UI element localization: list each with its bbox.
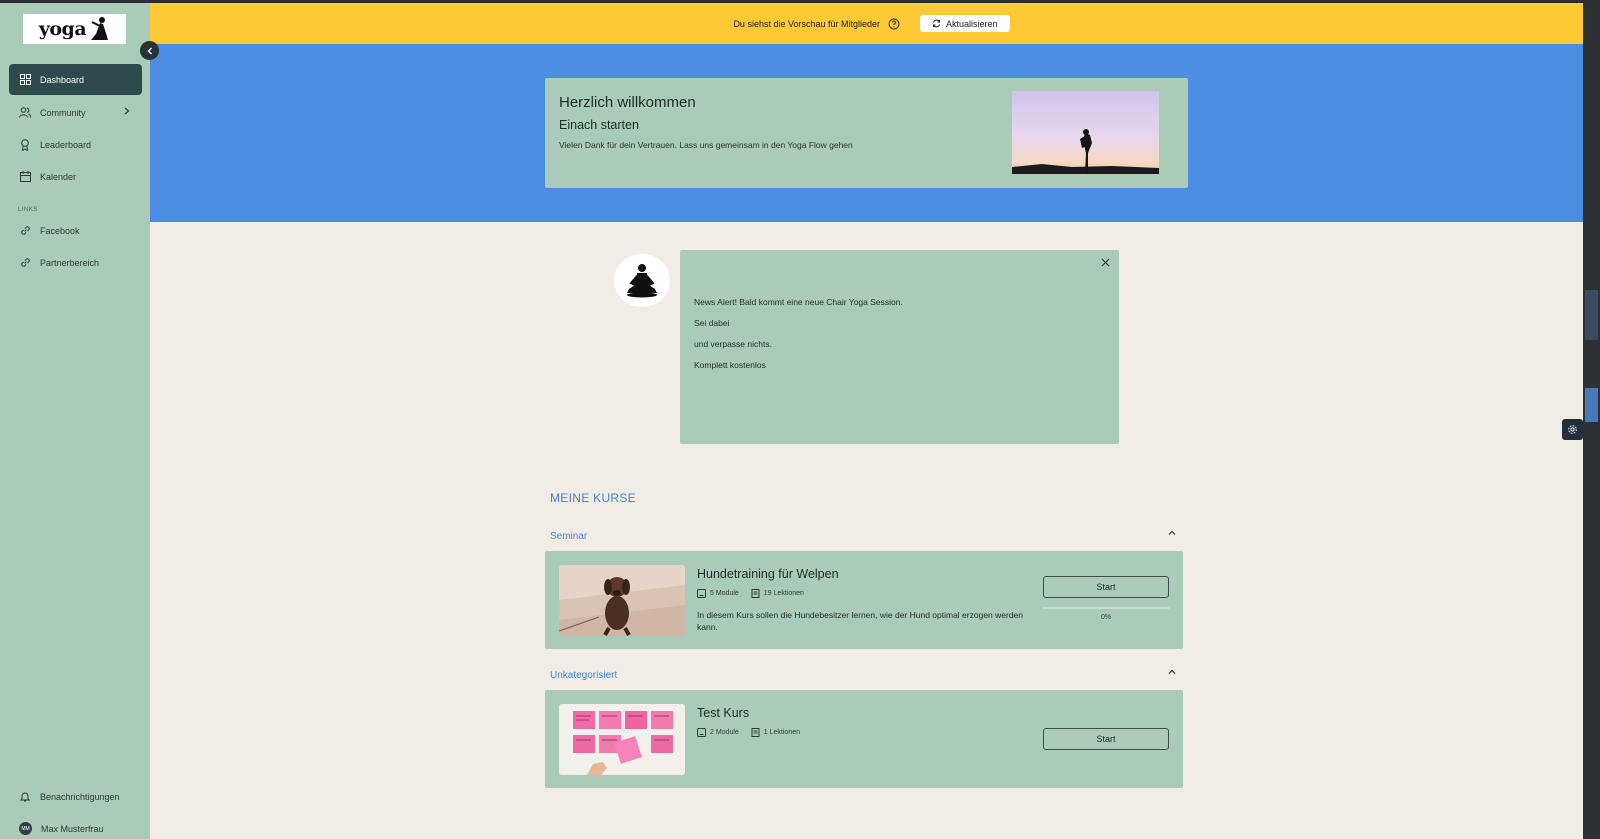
notifications-label: Benachrichtigungen [40, 791, 120, 802]
logo[interactable]: yoga [23, 14, 126, 44]
sidebar-item-label: Community [40, 107, 86, 118]
collapse-sidebar-button[interactable] [140, 41, 159, 60]
module-icon [697, 728, 706, 737]
course-meta: 2 Module 1 Lektionen [697, 728, 800, 737]
sidebar-item-label: Leaderboard [40, 139, 92, 150]
lesson-icon [751, 589, 760, 598]
user-name: Max Musterfrau [41, 823, 104, 834]
category-header-unkategorisiert[interactable]: Unkategorisiert [550, 665, 1185, 681]
category-header-seminar[interactable]: Seminar [550, 526, 1185, 542]
sidebar-item-leaderboard[interactable]: Leaderboard [9, 129, 142, 160]
link-icon [19, 257, 31, 269]
welcome-title: Herzlich willkommen [559, 94, 696, 111]
module-icon [697, 589, 706, 598]
app-frame: yoga Dashboard Community Leaderboard Kal… [0, 3, 1583, 839]
course-meta: 5 Module 19 Lektionen [697, 589, 804, 598]
user-profile-item[interactable]: MM Max Musterfrau [9, 813, 142, 839]
browser-edge [1583, 0, 1600, 839]
trophy-icon [19, 138, 31, 151]
my-courses-title: MEINE KURSE [550, 491, 636, 505]
start-button[interactable]: Start [1043, 728, 1169, 750]
sidebar-item-kalender[interactable]: Kalender [9, 161, 142, 192]
help-icon[interactable] [888, 18, 900, 30]
sidebar-item-dashboard[interactable]: Dashboard [9, 64, 142, 95]
welcome-card: Herzlich willkommen Einach starten Viele… [545, 78, 1188, 188]
sidebar-item-partnerbereich[interactable]: Partnerbereich [9, 247, 142, 278]
edge-strip [1585, 290, 1598, 340]
sidebar-item-label: Facebook [40, 225, 80, 236]
link-icon [19, 225, 31, 237]
news-text-line: Komplett kostenlos [694, 360, 766, 370]
chevron-left-icon [147, 47, 152, 54]
grid-icon [19, 74, 31, 86]
gear-icon [1568, 425, 1577, 434]
lesson-icon [751, 728, 760, 737]
news-text-line: Sei dabei [694, 318, 730, 328]
logo-text: yoga [38, 18, 87, 40]
bell-icon [19, 791, 31, 803]
lessons-count: 1 Lektionen [763, 729, 800, 736]
course-card[interactable]: Test Kurs 2 Module 1 Lektionen Start [545, 690, 1183, 788]
chevron-up-icon[interactable] [1167, 667, 1177, 677]
welcome-subtitle: Einach starten [559, 118, 639, 132]
course-title[interactable]: Test Kurs [697, 706, 749, 720]
category-label: Seminar [550, 531, 588, 542]
course-card[interactable]: Hundetraining für Welpen 5 Module 19 Lek… [545, 551, 1183, 649]
chevron-up-icon[interactable] [1167, 528, 1177, 538]
sidebar: yoga Dashboard Community Leaderboard Kal… [0, 3, 150, 839]
course-description: In diesem Kurs sollen die Hundebesitzer … [697, 610, 1024, 632]
close-icon[interactable] [1099, 256, 1111, 268]
progress-label: 0% [1100, 614, 1112, 621]
chevron-right-icon [124, 107, 130, 117]
avatar-initials: MM [21, 825, 30, 832]
refresh-button[interactable]: Aktualisieren [920, 15, 1010, 32]
news-avatar [614, 254, 670, 307]
sticky-notes-thumbnail [559, 704, 685, 775]
sidebar-item-community[interactable]: Community [9, 97, 142, 128]
news-text-line: News Alert! Bald kommt eine neue Chair Y… [694, 297, 903, 307]
sidebar-item-label: Dashboard [40, 74, 85, 85]
sidebar-item-label: Partnerbereich [40, 257, 100, 268]
sidebar-item-facebook[interactable]: Facebook [9, 215, 142, 246]
preview-text: Du siehst die Vorschau für Mitglieder [733, 18, 881, 29]
preview-banner: Du siehst die Vorschau für Mitglieder Ak… [150, 3, 1583, 44]
settings-button[interactable] [1562, 419, 1583, 440]
news-card: News Alert! Bald kommt eine neue Chair Y… [680, 250, 1119, 444]
yoga-figure-icon [91, 17, 109, 40]
course-title[interactable]: Hundetraining für Welpen [697, 567, 839, 581]
refresh-icon [933, 19, 941, 28]
yoga-pose-image [1012, 91, 1159, 174]
refresh-label: Aktualisieren [946, 18, 998, 29]
progress-bar [1043, 607, 1169, 609]
edge-strip [1585, 388, 1598, 422]
links-section-label: LINKS [18, 207, 38, 213]
calendar-icon [19, 171, 31, 183]
puppy-thumbnail [559, 565, 685, 636]
users-icon [19, 107, 31, 119]
avatar: MM [19, 822, 32, 835]
category-label: Unkategorisiert [550, 670, 618, 681]
lessons-count: 19 Lektionen [763, 590, 804, 597]
welcome-text: Vielen Dank für dein Vertrauen. Lass uns… [559, 140, 853, 150]
start-button[interactable]: Start [1043, 576, 1169, 598]
meditation-icon [627, 263, 657, 297]
notifications-item[interactable]: Benachrichtigungen [9, 781, 142, 812]
modules-count: 5 Module [710, 590, 739, 597]
news-text-line: und verpasse nichts. [694, 339, 772, 349]
modules-count: 2 Module [710, 729, 739, 736]
sidebar-item-label: Kalender [40, 171, 77, 182]
